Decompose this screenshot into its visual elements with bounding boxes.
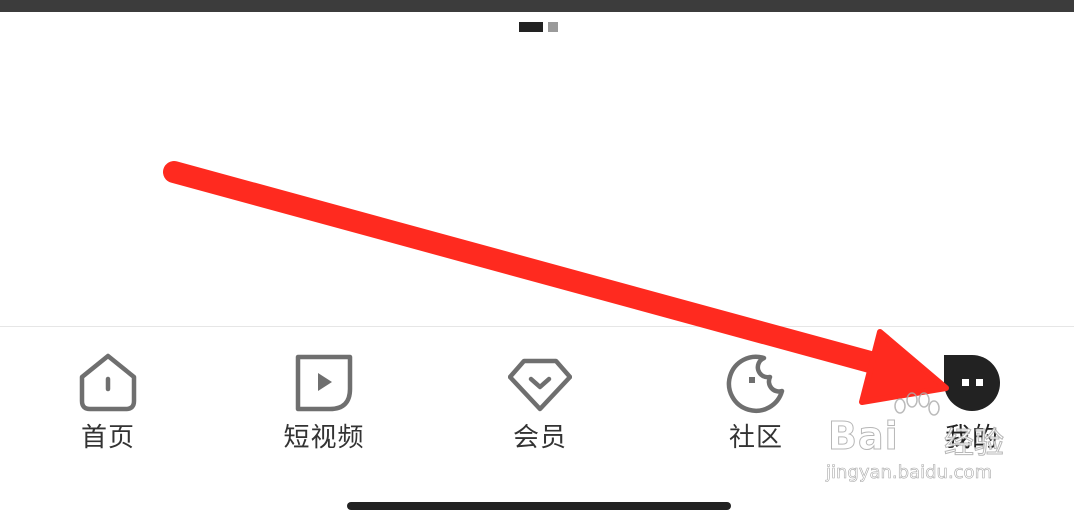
home-indicator[interactable] — [347, 502, 731, 510]
page-dot — [548, 22, 558, 32]
tab-community-label: 社区 — [728, 423, 783, 453]
app-screen: 首页 短视频 会员 社区 我的 Bai 经验 jingyan.baidu.com — [0, 0, 1074, 510]
tab-home[interactable]: 首页 — [33, 351, 183, 461]
tab-short-video-label: 短视频 — [283, 423, 365, 453]
tab-mine-label: 我的 — [944, 423, 999, 453]
bottom-tab-bar: 首页 短视频 会员 社区 我的 — [0, 327, 1074, 510]
tab-short-video[interactable]: 短视频 — [249, 351, 399, 461]
tab-home-label: 首页 — [80, 423, 135, 453]
tab-member[interactable]: 会员 — [465, 351, 615, 461]
tab-mine[interactable]: 我的 — [897, 351, 1047, 461]
tab-member-label: 会员 — [512, 423, 567, 453]
page-dot-active — [519, 22, 543, 32]
diamond-icon — [508, 358, 572, 412]
chat-bubble-icon — [944, 355, 1000, 411]
play-square-icon — [295, 354, 353, 412]
tab-community[interactable]: 社区 — [681, 351, 831, 461]
planet-icon — [726, 354, 785, 414]
house-icon — [79, 353, 137, 412]
status-bar-strip — [0, 0, 1074, 12]
